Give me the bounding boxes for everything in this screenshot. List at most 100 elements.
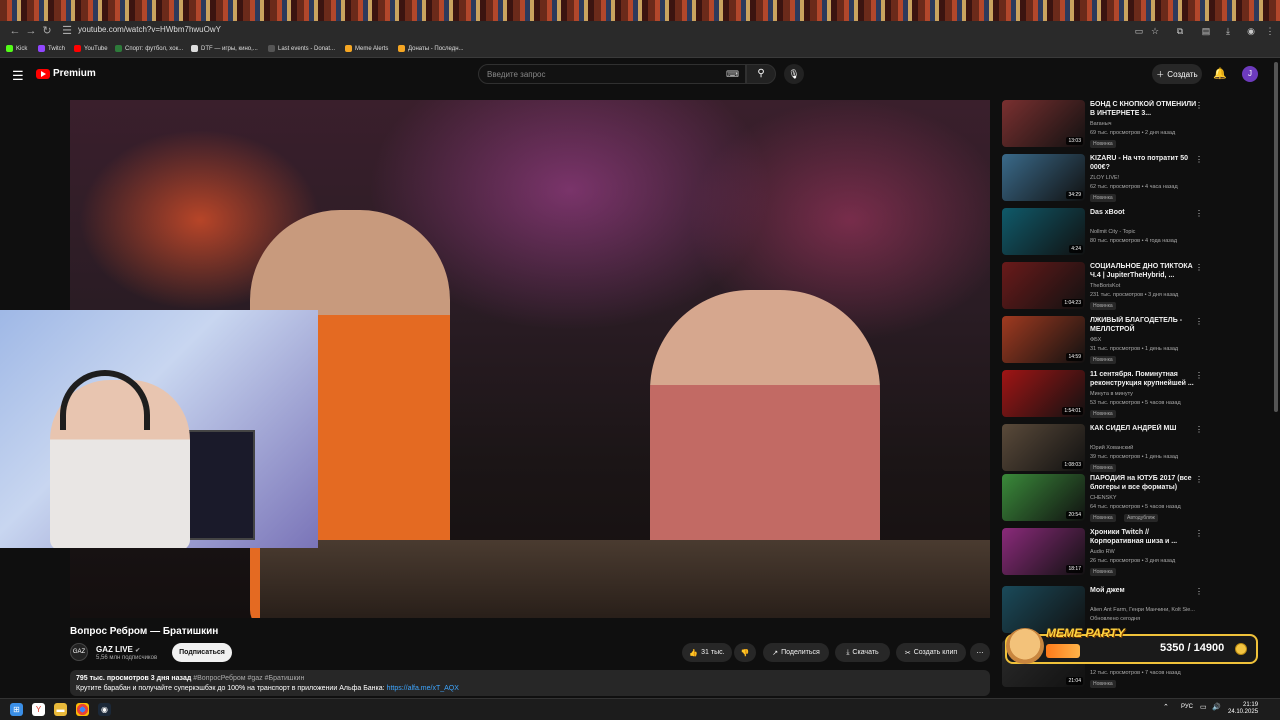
recommendation-thumbnail[interactable]: 1:04:23: [1002, 262, 1085, 309]
search-input[interactable]: Введите запрос ⌨: [478, 64, 746, 84]
windows-start-icon[interactable]: ⊞: [10, 703, 23, 716]
recommendation-thumbnail[interactable]: 20:54: [1002, 474, 1085, 521]
recommendation-thumbnail[interactable]: 1:08:03: [1002, 424, 1085, 471]
recommendation-item[interactable]: 18:17 Хроники Twitch // Корпоративная шиз…: [1002, 528, 1203, 576]
recommendation-item[interactable]: 1:08:03 КАК СИДЕЛ АНДРЕЙ МШ Юрий Хованский…: [1002, 424, 1203, 472]
recommendation-thumbnail[interactable]: 1:54:01: [1002, 370, 1085, 417]
bookmark-item[interactable]: Донаты - Последн...: [398, 45, 464, 52]
description-link[interactable]: https://alfa.me/xT_AQX: [387, 685, 459, 692]
recommendation-title[interactable]: Хроники Twitch // Корпоративная шиза и .…: [1090, 528, 1200, 546]
recommendation-item[interactable]: 1:04:23 СОЦИАЛЬНОЕ ДНО ТИКТОКА Ч.4 | Jupi…: [1002, 262, 1203, 310]
file-explorer-icon[interactable]: ▬: [54, 703, 67, 716]
url-field[interactable]: youtube.com/watch?v=HWbm7hwuOwY: [78, 25, 221, 34]
recommendation-channel[interactable]: TheBorisKot: [1090, 283, 1120, 289]
more-dots-icon[interactable]: ⋮: [1195, 317, 1203, 326]
recommendation-title[interactable]: 11 сентября. Поминутная реконструкция кр…: [1090, 370, 1200, 388]
reload-icon[interactable]: ↻: [40, 24, 54, 38]
download-icon[interactable]: ⤓: [1222, 25, 1234, 37]
page-scrollbar[interactable]: [1274, 62, 1278, 412]
more-actions-button[interactable]: ⋯: [970, 643, 990, 662]
volume-icon[interactable]: 🔊: [1212, 703, 1221, 711]
recommendation-item[interactable]: 4:24 Das xBoot Nollmit City - Topic 80 тыс.…: [1002, 208, 1203, 256]
bookmark-star-icon[interactable]: ☆: [1149, 25, 1161, 37]
bookmark-item[interactable]: Last events - Donat...: [268, 45, 335, 52]
language-indicator[interactable]: РУС: [1181, 704, 1193, 710]
yandex-browser-icon[interactable]: Y: [32, 703, 45, 716]
download-button[interactable]: ⤓ Скачать: [835, 643, 890, 662]
sidepanel-icon[interactable]: ▤: [1200, 25, 1212, 37]
recommendation-thumbnail[interactable]: 14:59: [1002, 316, 1085, 363]
bookmark-item[interactable]: YouTube: [74, 45, 108, 52]
recommendation-item[interactable]: 34:29 KIZARU - На что потратит 50 000€? ZL…: [1002, 154, 1203, 202]
menu-icon[interactable]: ☰: [12, 68, 24, 84]
dislike-button[interactable]: 👎: [734, 643, 756, 662]
account-avatar[interactable]: J: [1242, 66, 1258, 82]
recommendation-thumbnail[interactable]: 4:24: [1002, 208, 1085, 255]
recommendation-channel[interactable]: Юрий Хованский: [1090, 445, 1133, 451]
site-info-icon[interactable]: ☰: [60, 24, 74, 38]
recommendation-title[interactable]: Мой джем: [1090, 586, 1200, 595]
recommendation-item[interactable]: 20:54 ПАРОДИЯ на ЮТУБ 2017 (все блогеры и…: [1002, 474, 1203, 522]
recommendation-title[interactable]: СОЦИАЛЬНОЕ ДНО ТИКТОКА Ч.4 | JupiterTheH…: [1090, 262, 1200, 280]
recommendation-channel[interactable]: Минута в минуту: [1090, 391, 1133, 397]
channel-name[interactable]: GAZ LIVE ✔: [96, 645, 140, 654]
youtube-logo[interactable]: Premium: [36, 68, 96, 79]
clip-button[interactable]: ✂ Создать клип: [896, 643, 966, 662]
recommendation-channel[interactable]: ФБХ: [1090, 337, 1101, 343]
bookmark-item[interactable]: Meme Alerts: [345, 45, 388, 52]
profile-icon[interactable]: ◉: [1245, 25, 1257, 37]
channel-avatar[interactable]: GAZ: [70, 643, 88, 661]
search-button[interactable]: ⚲: [746, 64, 776, 84]
notifications-bell-icon[interactable]: 🔔: [1213, 67, 1227, 80]
keyboard-icon[interactable]: ⌨: [726, 69, 739, 80]
back-icon[interactable]: ←: [8, 24, 22, 38]
like-button[interactable]: 👍 31 тыс.: [682, 643, 732, 662]
recommendation-title[interactable]: Das xBoot: [1090, 208, 1200, 217]
bookmark-item[interactable]: Kick: [6, 45, 27, 52]
share-button[interactable]: ↗ Поделиться: [763, 643, 829, 662]
more-dots-icon[interactable]: ⋮: [1195, 425, 1203, 434]
more-dots-icon[interactable]: ⋮: [1195, 263, 1203, 272]
recommendation-title[interactable]: БОНД С КНОПКОЙ ОТМЕНИЛИ В ИНТЕРНЕТЕ 3...: [1090, 100, 1200, 118]
bookmark-item[interactable]: Twitch: [38, 45, 65, 52]
subscribe-button[interactable]: Подписаться: [172, 643, 232, 662]
recommendation-channel[interactable]: Alien Ant Farm, Генри Манчини, Kolt Sie.…: [1090, 607, 1195, 613]
recommendation-channel[interactable]: Audio RW: [1090, 549, 1115, 555]
recommendation-item[interactable]: 1:54:01 11 сентября. Поминутная реконстру…: [1002, 370, 1203, 418]
recommendation-item[interactable]: 13:03 БОНД С КНОПКОЙ ОТМЕНИЛИ В ИНТЕРНЕТЕ…: [1002, 100, 1203, 148]
cast-icon[interactable]: ▭: [1133, 25, 1145, 37]
steam-icon[interactable]: ◉: [98, 703, 111, 716]
bookmark-item[interactable]: DTF — игры, кино,...: [191, 45, 258, 52]
chrome-icon[interactable]: [76, 703, 89, 716]
recommendation-thumbnail[interactable]: 18:17: [1002, 528, 1085, 575]
recommendation-title[interactable]: ПАРОДИЯ на ЮТУБ 2017 (все блогеры и все …: [1090, 474, 1200, 492]
voice-search-button[interactable]: 🎙: [784, 64, 804, 84]
recommendation-channel[interactable]: Nollmit City - Topic: [1090, 229, 1135, 235]
recommendation-item[interactable]: 14:59 ЛЖИВЫЙ БЛАГОДЕТЕЛЬ - МЕЛЛСТРОЙ ФБХ 31…: [1002, 316, 1203, 364]
recommendation-channel[interactable]: ZLOY LIVE!: [1090, 175, 1119, 181]
recommendation-channel[interactable]: CHENSKY: [1090, 495, 1117, 501]
bookmark-item[interactable]: Спорт: футбол, хок...: [115, 45, 183, 52]
tray-chevron-icon[interactable]: ⌃: [1163, 703, 1169, 711]
description-box[interactable]: 795 тыс. просмотров 3 дня назад #ВопросР…: [70, 670, 990, 696]
extensions-icon[interactable]: ⧉: [1174, 25, 1186, 37]
more-dots-icon[interactable]: ⋮: [1195, 475, 1203, 484]
more-dots-icon[interactable]: ⋮: [1195, 155, 1203, 164]
recommendation-thumbnail[interactable]: 13:03: [1002, 100, 1085, 147]
recommendation-thumbnail[interactable]: 34:29: [1002, 154, 1085, 201]
hashtags[interactable]: #ВопросРебром #gaz #Братишкин: [193, 675, 304, 682]
recommendation-title[interactable]: KIZARU - На что потратит 50 000€?: [1090, 154, 1200, 172]
recommendation-title[interactable]: ЛЖИВЫЙ БЛАГОДЕТЕЛЬ - МЕЛЛСТРОЙ: [1090, 316, 1200, 334]
more-dots-icon[interactable]: ⋮: [1195, 101, 1203, 110]
tray-clock[interactable]: 21:19 24.10.2025: [1228, 702, 1258, 716]
more-dots-icon[interactable]: ⋮: [1195, 209, 1203, 218]
more-dots-icon[interactable]: ⋮: [1195, 371, 1203, 380]
more-dots-icon[interactable]: ⋮: [1195, 587, 1203, 596]
more-dots-icon[interactable]: ⋮: [1195, 529, 1203, 538]
network-icon[interactable]: ▭: [1200, 703, 1207, 711]
recommendation-channel[interactable]: Ваганыч: [1090, 121, 1112, 127]
create-button[interactable]: ＋ Создать: [1152, 64, 1202, 84]
forward-icon[interactable]: →: [24, 24, 38, 38]
menu-dots-icon[interactable]: ⋮: [1264, 25, 1276, 37]
recommendation-title[interactable]: КАК СИДЕЛ АНДРЕЙ МШ: [1090, 424, 1200, 433]
